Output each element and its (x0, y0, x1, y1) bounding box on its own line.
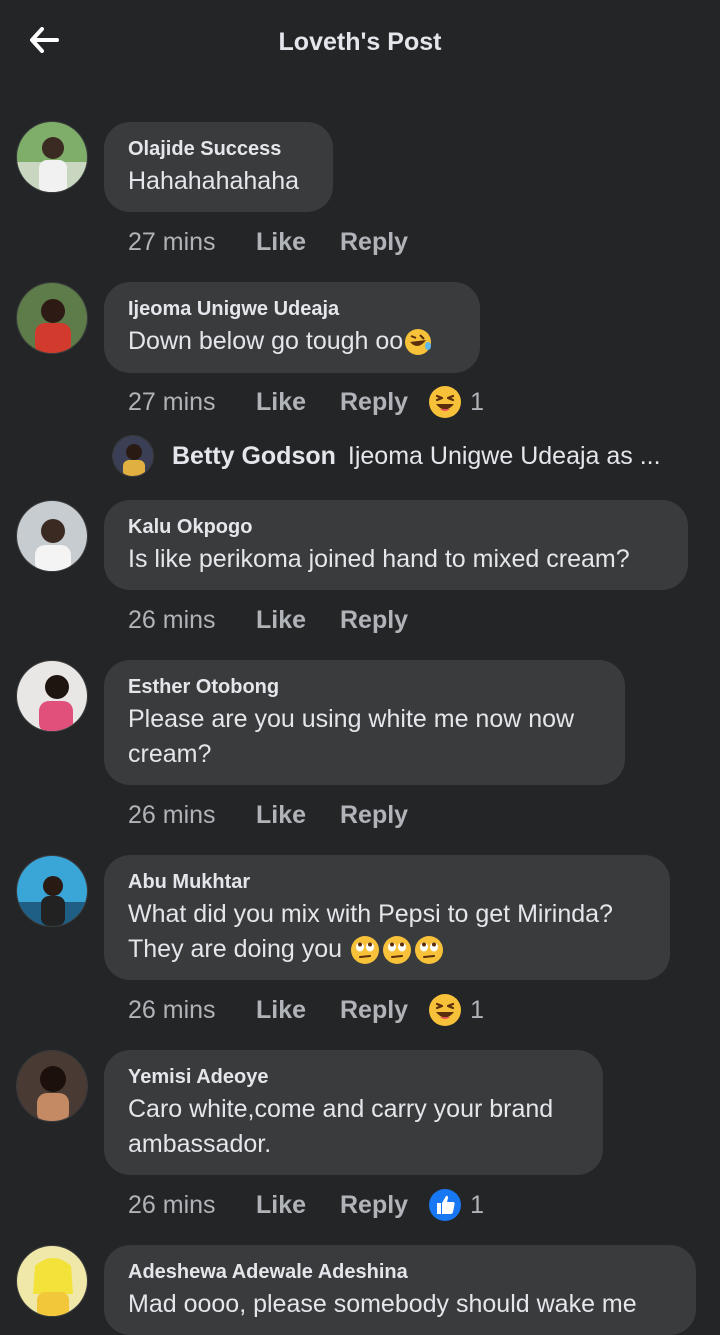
comment-actions: 27 mins Like Reply 1 (128, 382, 484, 422)
eye-roll-emoji-icon (414, 936, 443, 965)
avatar[interactable] (16, 282, 88, 354)
comment-text-line: Caro white,come and carry your brand (128, 1095, 554, 1123)
comment-text: Mad oooo, please somebody should wake me (128, 1290, 637, 1318)
haha-reaction-icon (429, 994, 462, 1026)
comment-actions: 26 mins Like Reply (128, 600, 408, 640)
comment-actions: 26 mins Like Reply (128, 795, 408, 835)
avatar[interactable] (16, 660, 88, 732)
reply-text: Ijeoma Unigwe Udeaja as ... (347, 441, 661, 470)
comment-author[interactable]: Kalu Okpogo (128, 516, 664, 538)
comment-text-line: Please are you using white me now now (128, 705, 575, 733)
reply-button[interactable]: Reply (340, 996, 408, 1025)
reaction-count[interactable]: 1 (428, 1188, 484, 1222)
comment-author[interactable]: Abu Mukhtar (128, 871, 646, 893)
comment-actions: 27 mins Like Reply (128, 222, 408, 262)
avatar[interactable] (16, 1245, 88, 1317)
avatar[interactable] (16, 500, 88, 572)
comment-time: 27 mins (128, 387, 216, 416)
comment-time: 26 mins (128, 605, 216, 634)
reply-button[interactable]: Reply (340, 228, 408, 257)
like-button[interactable]: Like (256, 801, 340, 830)
comment-text: Please are you using white me now now cr… (128, 702, 601, 772)
comment-time: 26 mins (128, 1190, 216, 1219)
comment-text: What did you mix with Pepsi to get Mirin… (128, 897, 646, 967)
comment-author[interactable]: Adeshewa Adewale Adeshina (128, 1261, 672, 1283)
like-reaction-icon (429, 1189, 462, 1221)
comment-text-line: They are doing you (128, 935, 343, 963)
comment-text: Caro white,come and carry your brand amb… (128, 1092, 579, 1162)
comment-text-line: What did you mix with Pepsi to get Mirin… (128, 900, 613, 928)
reply-avatar[interactable] (112, 435, 154, 477)
comment-time: 26 mins (128, 995, 216, 1024)
comment-text-line-with-emoji: They are doing you (128, 932, 646, 967)
comment-author[interactable]: Olajide Success (128, 138, 309, 160)
comment-text-line: ambassador. (128, 1130, 272, 1158)
reply-button[interactable]: Reply (340, 801, 408, 830)
comment-text-line: cream? (128, 740, 212, 768)
like-button[interactable]: Like (256, 606, 340, 635)
comment-bubble[interactable]: Olajide Success Hahahahahaha (104, 122, 333, 212)
comment-author[interactable]: Esther Otobong (128, 676, 601, 698)
page-title: Loveth's Post (278, 28, 442, 56)
comment-time: 26 mins (128, 800, 216, 829)
reaction-count-number: 1 (470, 995, 484, 1024)
comment-text: Down below go tough oo (128, 324, 456, 359)
comment-author[interactable]: Yemisi Adeoye (128, 1066, 579, 1088)
reaction-count-number: 1 (470, 387, 484, 416)
comment-text-content: Down below go tough oo (128, 327, 404, 355)
like-button[interactable]: Like (256, 228, 340, 257)
reply-button[interactable]: Reply (340, 606, 408, 635)
top-bar: Loveth's Post (0, 0, 720, 86)
avatar[interactable] (16, 1050, 88, 1122)
like-button[interactable]: Like (256, 1191, 340, 1220)
comment-actions: 26 mins Like Reply 1 (128, 990, 484, 1030)
like-button[interactable]: Like (256, 996, 340, 1025)
comment-text: Is like perikoma joined hand to mixed cr… (128, 545, 630, 573)
reply-preview[interactable]: Betty Godson Ijeoma Unigwe Udeaja as ... (112, 434, 712, 478)
rofl-emoji-icon (405, 329, 432, 356)
comment-text: Hahahahahaha (128, 167, 299, 195)
comment-actions: 26 mins Like Reply 1 (128, 1185, 484, 1225)
comment-bubble[interactable]: Esther Otobong Please are you using whit… (104, 660, 625, 785)
comment-bubble[interactable]: Adeshewa Adewale Adeshina Mad oooo, plea… (104, 1245, 696, 1335)
eye-roll-emoji-icon (382, 936, 411, 965)
comment-author[interactable]: Ijeoma Unigwe Udeaja (128, 298, 456, 320)
reply-author[interactable]: Betty Godson (172, 442, 336, 471)
comment-bubble[interactable]: Ijeoma Unigwe Udeaja Down below go tough… (104, 282, 480, 373)
comment-bubble[interactable]: Yemisi Adeoye Caro white,come and carry … (104, 1050, 603, 1175)
reaction-count[interactable]: 1 (428, 385, 484, 419)
eye-roll-emoji-icon (350, 936, 379, 965)
avatar[interactable] (16, 121, 88, 193)
reaction-count[interactable]: 1 (428, 993, 484, 1027)
avatar[interactable] (16, 855, 88, 927)
comment-bubble[interactable]: Kalu Okpogo Is like perikoma joined hand… (104, 500, 688, 590)
comment-time: 27 mins (128, 227, 216, 256)
comment-bubble[interactable]: Abu Mukhtar What did you mix with Pepsi … (104, 855, 670, 980)
reply-button[interactable]: Reply (340, 1191, 408, 1220)
haha-reaction-icon (429, 386, 462, 418)
like-button[interactable]: Like (256, 388, 340, 417)
reaction-count-number: 1 (470, 1190, 484, 1219)
reply-button[interactable]: Reply (340, 388, 408, 417)
